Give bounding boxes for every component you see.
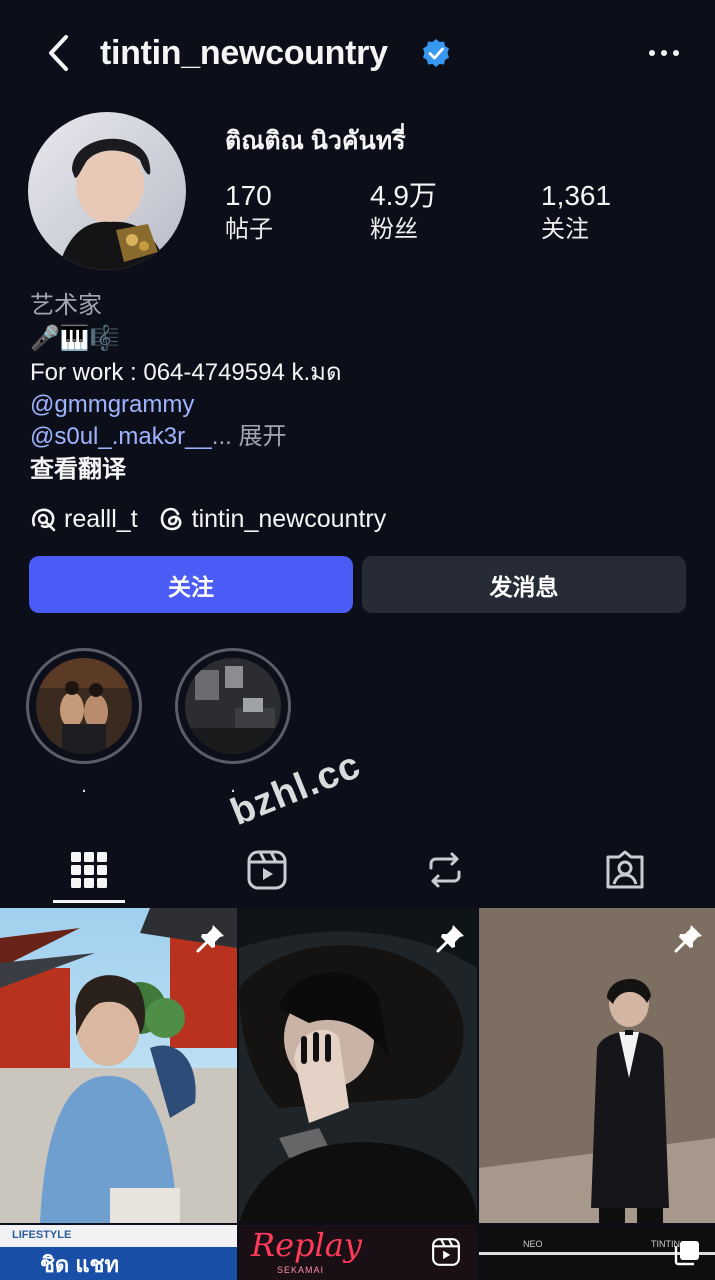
- highlight-cover: [36, 658, 132, 754]
- more-dot: [649, 50, 655, 56]
- profile-username: tintin_newcountry: [100, 34, 388, 72]
- bio-mention-row: @s0ul_.mak3r__... 展开: [30, 421, 690, 453]
- chevron-left-icon: [49, 35, 68, 71]
- message-button[interactable]: 发消息: [362, 556, 686, 613]
- bio-ellipsis: ...: [211, 423, 232, 450]
- bio-emoji-line: 🎤🎹🎼: [30, 325, 120, 352]
- tab-tagged[interactable]: [565, 840, 685, 900]
- threads-link-label: tintin_newcountry: [191, 504, 387, 533]
- grid-post[interactable]: [479, 908, 715, 1223]
- display-name: ติณติณ นิวคันทรี่: [225, 127, 406, 155]
- grid-post[interactable]: NEO TINTIN: [479, 1225, 715, 1280]
- post-image: [239, 908, 477, 1223]
- bio-category: 艺术家: [30, 292, 102, 319]
- reels-icon: [247, 850, 287, 890]
- threads-logo-icon: [158, 505, 186, 533]
- repost-icon: [429, 852, 461, 888]
- threads-link-profile[interactable]: tintin_newcountry: [158, 504, 387, 534]
- grid-post[interactable]: LIFESTYLE ชิด แชท: [0, 1225, 237, 1280]
- post-overlay-text: ชิด แชท: [40, 1252, 119, 1277]
- stat-followers-value: 4.9万: [370, 180, 437, 211]
- more-dot: [661, 50, 667, 56]
- highlight-label: .: [81, 775, 87, 797]
- bio-mention-soulmaker[interactable]: @s0ul_.mak3r__: [30, 423, 212, 450]
- bio-mention-gmmgrammy[interactable]: @gmmgrammy: [30, 389, 690, 421]
- post-image: [0, 908, 237, 1223]
- bio-work-line: For work : 064-4749594 k.มด: [30, 359, 342, 386]
- active-tab-indicator: [53, 900, 125, 903]
- post-overlay-subtext: SEKAMAI: [277, 1265, 325, 1275]
- tab-grid[interactable]: [29, 840, 149, 900]
- stat-following-value: 1,361: [541, 180, 612, 211]
- threads-links-row: realll_t tintin_newcountry: [30, 500, 386, 538]
- avatar-photo: [28, 112, 186, 270]
- pinned-icon: [674, 925, 702, 953]
- post-brand-text: LIFESTYLE: [12, 1229, 72, 1241]
- threads-thread-icon: [30, 505, 58, 533]
- story-highlight[interactable]: [175, 648, 291, 764]
- threads-link-label: realll_t: [64, 504, 138, 533]
- tab-reels[interactable]: [207, 840, 327, 900]
- back-button[interactable]: [38, 30, 78, 76]
- multi-image-icon: [674, 1241, 699, 1266]
- grid-icon: [71, 852, 107, 888]
- tab-reposts[interactable]: [385, 840, 505, 900]
- post-strip-label: NEO: [523, 1239, 543, 1249]
- more-dot: [673, 50, 679, 56]
- see-translation-link[interactable]: 查看翻译: [30, 454, 690, 486]
- tagged-icon: [606, 850, 644, 889]
- pinned-icon: [436, 925, 464, 953]
- stat-following[interactable]: 1,361 关注: [541, 178, 701, 246]
- threads-link-realll[interactable]: realll_t: [30, 505, 138, 534]
- follow-button[interactable]: 关注: [29, 556, 353, 613]
- story-highlight[interactable]: [26, 648, 142, 764]
- pinned-icon: [196, 925, 224, 953]
- grid-post[interactable]: [0, 908, 237, 1223]
- profile-avatar[interactable]: [28, 112, 186, 270]
- stat-posts-label: 帖子: [225, 216, 273, 243]
- grid-post[interactable]: [239, 908, 477, 1223]
- reels-icon: [432, 1238, 460, 1266]
- stat-posts[interactable]: 170 帖子: [225, 178, 385, 246]
- stat-following-label: 关注: [541, 216, 589, 243]
- grid-post[interactable]: Replay SEKAMAI: [239, 1225, 477, 1280]
- stat-posts-value: 170: [225, 180, 272, 211]
- stat-followers[interactable]: 4.9万 粉丝: [370, 178, 530, 246]
- verified-badge-icon: [423, 39, 449, 67]
- highlight-cover: [185, 658, 281, 754]
- post-overlay-text: Replay: [251, 1226, 362, 1264]
- more-options-button[interactable]: [640, 38, 688, 68]
- bio-expand-link[interactable]: 展开: [238, 423, 286, 450]
- stat-followers-label: 粉丝: [370, 216, 418, 243]
- post-image: [479, 908, 715, 1223]
